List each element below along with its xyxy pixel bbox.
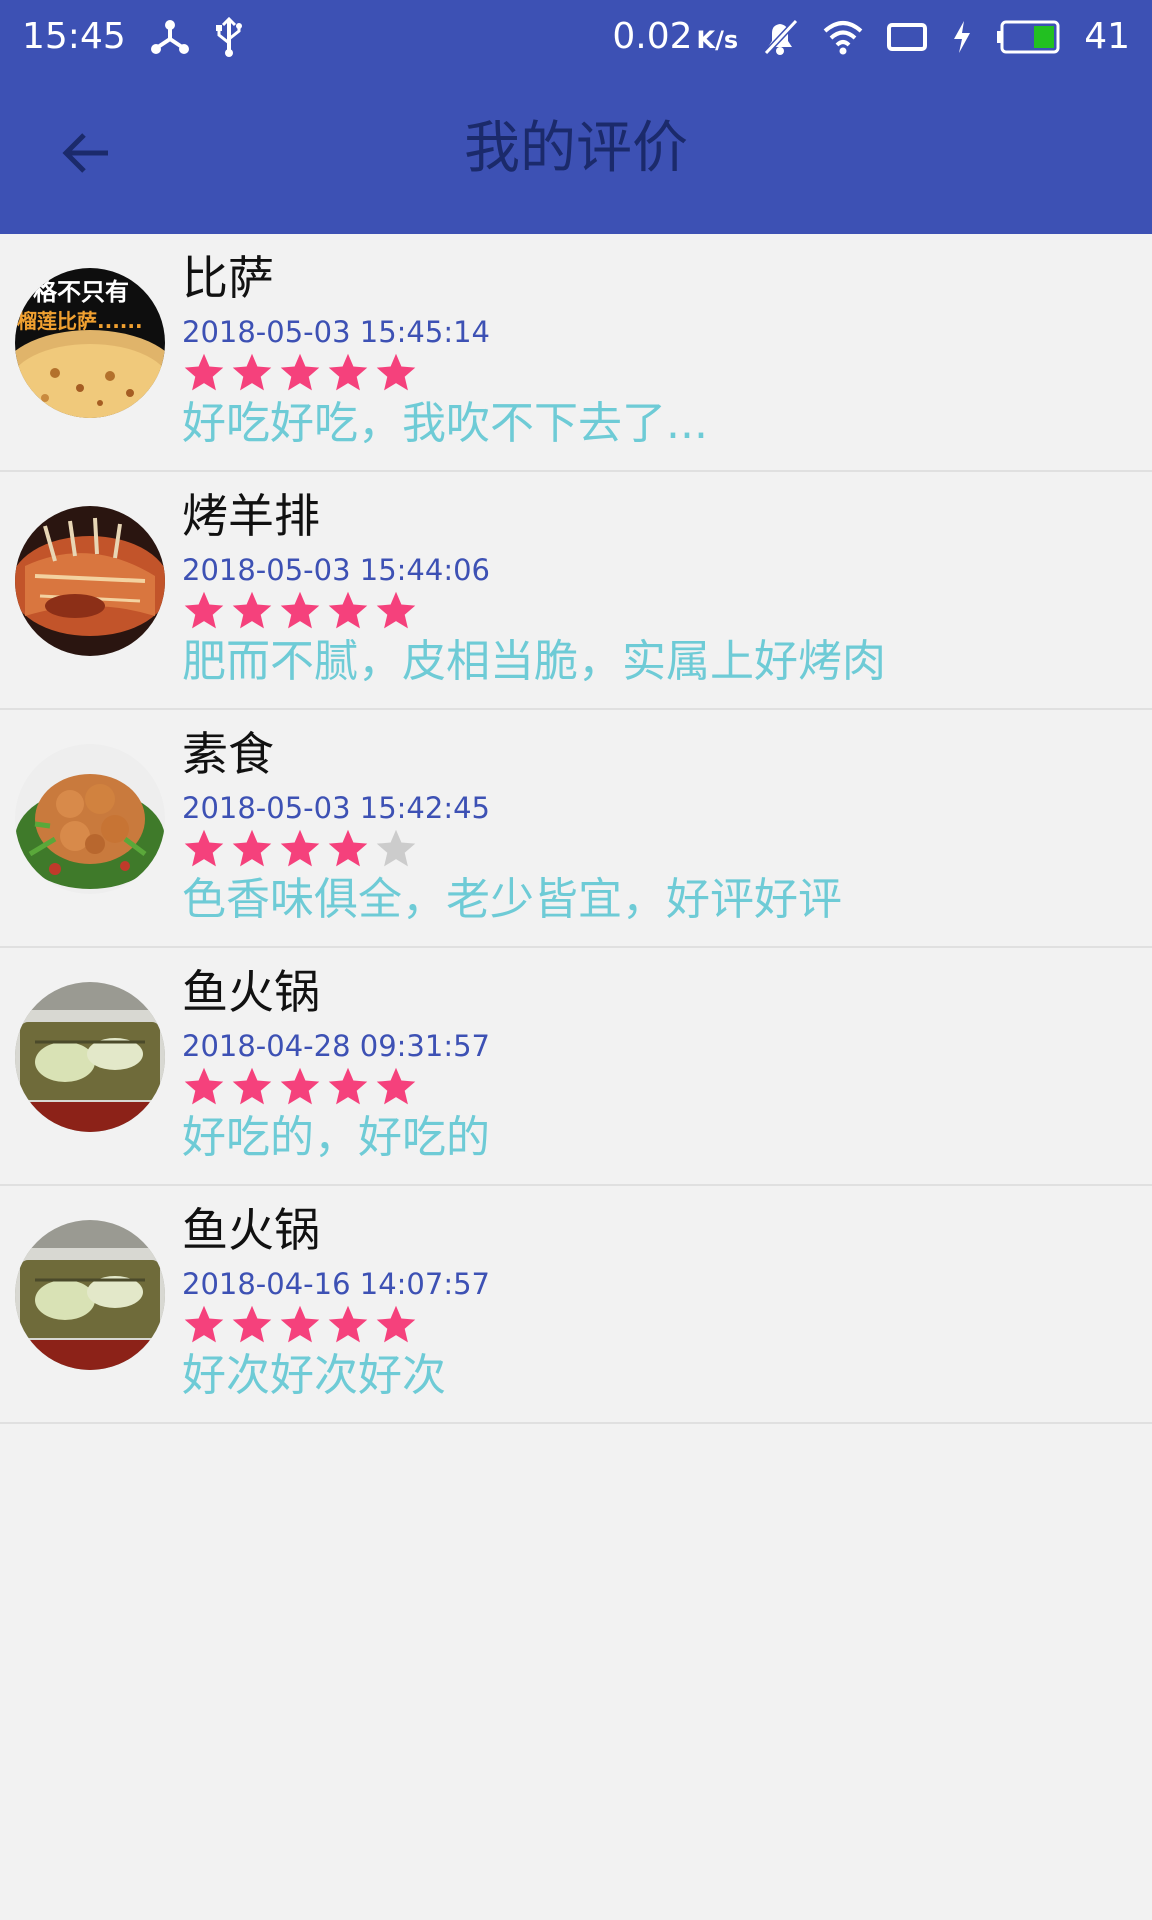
star-filled-icon <box>184 829 224 867</box>
rating-stars <box>182 350 418 398</box>
dish-thumbnail-pizza: 格不只有 榴莲比萨...... <box>15 268 165 418</box>
dish-thumbnail-vegetarian <box>15 744 165 894</box>
star-filled-icon <box>232 1067 272 1105</box>
review-time: 2018-05-03 15:44:06 <box>182 553 490 587</box>
net-speed-value: 0.02 <box>612 16 693 57</box>
thumbnail-text-line-2: 榴莲比萨...... <box>17 309 143 333</box>
status-bar: 15:45 0.02 K/s 41 <box>0 0 1152 73</box>
screen-icon <box>886 21 928 53</box>
hotspot-icon <box>150 19 190 55</box>
star-filled-icon <box>280 353 320 391</box>
star-filled-icon <box>328 829 368 867</box>
rating-stars <box>182 588 418 636</box>
review-time: 2018-04-28 09:31:57 <box>182 1029 490 1063</box>
star-filled-icon <box>376 591 416 629</box>
star-filled-icon <box>328 591 368 629</box>
star-filled-icon <box>280 591 320 629</box>
battery-icon <box>996 19 1062 55</box>
star-filled-icon <box>328 1067 368 1105</box>
dish-name: 鱼火锅 <box>182 1203 320 1257</box>
review-item[interactable]: 素食 2018-05-03 15:42:45 色香味俱全，老少皆宜，好评好评 <box>0 710 1152 948</box>
star-filled-icon <box>184 1067 224 1105</box>
rating-stars <box>182 826 418 874</box>
status-time: 15:45 <box>22 16 126 57</box>
wifi-icon <box>822 19 864 55</box>
net-speed-unit: K/s <box>696 26 739 54</box>
star-filled-icon <box>376 1305 416 1343</box>
dish-thumbnail-lamb-chops <box>15 506 165 656</box>
review-comment: 色香味俱全，老少皆宜，好评好评 <box>182 874 842 925</box>
dish-thumbnail-fish-hotpot <box>15 1220 165 1370</box>
star-filled-icon <box>328 353 368 391</box>
review-item[interactable]: 鱼火锅 2018-04-28 09:31:57 好吃的，好吃的 <box>0 948 1152 1186</box>
star-filled-icon <box>328 1305 368 1343</box>
review-comment: 好次好次好次 <box>182 1350 446 1401</box>
review-item[interactable]: 烤羊排 2018-05-03 15:44:06 肥而不腻，皮相当脆，实属上好烤肉 <box>0 472 1152 710</box>
star-empty-icon <box>376 829 416 867</box>
rating-stars <box>182 1064 418 1112</box>
page-title: 我的评价 <box>464 116 688 181</box>
dish-name: 烤羊排 <box>182 489 320 543</box>
star-filled-icon <box>184 591 224 629</box>
charging-icon <box>950 19 974 55</box>
thumbnail-text-line-1: 格不只有 <box>33 278 129 306</box>
review-comment: 好吃的，好吃的 <box>182 1112 490 1163</box>
review-comment: 好吃好吃，我吹不下去了... <box>182 398 708 449</box>
star-filled-icon <box>232 591 272 629</box>
star-filled-icon <box>280 1305 320 1343</box>
star-filled-icon <box>184 1305 224 1343</box>
review-item[interactable]: 格不只有 榴莲比萨...... 比萨 2018-05-03 15:45:14 好… <box>0 234 1152 472</box>
dish-name: 鱼火锅 <box>182 965 320 1019</box>
dish-name: 素食 <box>182 727 274 781</box>
dish-thumbnail-fish-hotpot <box>15 982 165 1132</box>
star-filled-icon <box>376 353 416 391</box>
usb-icon <box>214 16 244 57</box>
dish-name: 比萨 <box>182 251 274 305</box>
net-speed: 0.02 K/s <box>612 16 738 57</box>
review-time: 2018-04-16 14:07:57 <box>182 1267 490 1301</box>
review-comment: 肥而不腻，皮相当脆，实属上好烤肉 <box>182 636 886 687</box>
battery-level: 41 <box>1084 16 1130 57</box>
star-filled-icon <box>232 829 272 867</box>
star-filled-icon <box>232 353 272 391</box>
mute-bell-icon <box>760 17 800 57</box>
review-list: 格不只有 榴莲比萨...... 比萨 2018-05-03 15:45:14 好… <box>0 234 1152 1424</box>
star-filled-icon <box>232 1305 272 1343</box>
rating-stars <box>182 1302 418 1350</box>
star-filled-icon <box>376 1067 416 1105</box>
star-filled-icon <box>184 353 224 391</box>
review-item[interactable]: 鱼火锅 2018-04-16 14:07:57 好次好次好次 <box>0 1186 1152 1424</box>
star-filled-icon <box>280 1067 320 1105</box>
review-time: 2018-05-03 15:45:14 <box>182 315 490 349</box>
review-time: 2018-05-03 15:42:45 <box>182 791 490 825</box>
app-toolbar: 我的评价 <box>0 73 1152 234</box>
star-filled-icon <box>280 829 320 867</box>
